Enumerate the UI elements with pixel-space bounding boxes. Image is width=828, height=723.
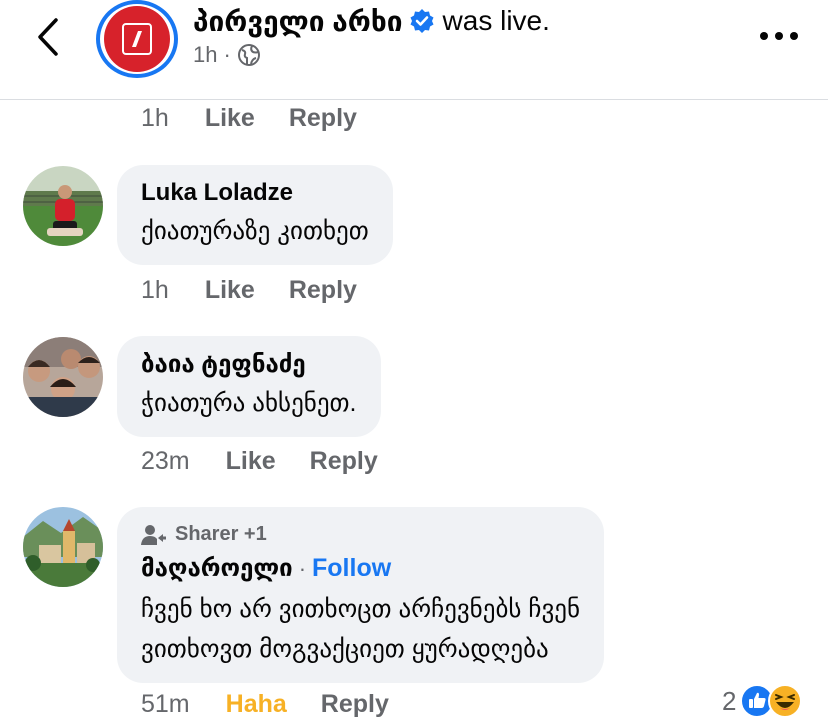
globe-icon xyxy=(237,44,260,66)
comment-text-line: ჩვენ ხო არ ვითხოცთ არჩევნებს ჩვენ xyxy=(141,595,581,623)
chevron-left-icon xyxy=(38,18,58,56)
reaction-icons xyxy=(740,684,803,718)
comment-actions: 1h Like Reply xyxy=(141,276,391,305)
commenter-avatar[interactable] xyxy=(23,507,103,587)
comment-actions: 51m Haha Reply xyxy=(141,690,423,719)
comment-bubble: Sharer +1 მაღაროელი · Follow ჩვენ ხო არ … xyxy=(117,507,605,683)
follow-button[interactable]: Follow xyxy=(312,554,391,583)
page-name[interactable]: პირველი არხი xyxy=(193,5,403,38)
haha-reaction-icon xyxy=(768,684,803,718)
like-button[interactable]: Like xyxy=(205,104,255,133)
comment-author[interactable]: მაღაროელი xyxy=(141,554,293,583)
more-options-button[interactable] xyxy=(754,20,804,52)
comment-time[interactable]: 1h xyxy=(141,104,169,133)
reply-button[interactable]: Reply xyxy=(289,276,357,305)
post-title-line: პირველი არხი was live. xyxy=(193,4,550,38)
comment-time[interactable]: 1h xyxy=(141,276,169,305)
page-logo xyxy=(104,6,170,72)
avatar-photo xyxy=(23,166,103,246)
reply-button[interactable]: Reply xyxy=(310,447,378,476)
commenter-avatar[interactable] xyxy=(23,337,103,417)
like-button[interactable]: Like xyxy=(205,276,255,305)
comment-bubble: Luka Loladze ქიათურაზე კითხეთ xyxy=(117,165,393,265)
comment-text: ქიათურაზე კითხეთ xyxy=(141,217,369,245)
comment-bubble: ბაია ტეფნაძე ჭიათურა ახსენეთ. xyxy=(117,336,381,437)
more-dot-icon xyxy=(775,32,783,40)
back-button[interactable] xyxy=(26,14,70,60)
comment-text: ჭიათურა ახსენეთ. xyxy=(141,389,357,417)
more-dot-icon xyxy=(790,32,798,40)
logo-slash-icon xyxy=(132,31,142,47)
sharer-icon xyxy=(141,524,167,546)
comment-actions: 23m Like Reply xyxy=(141,447,412,476)
sharer-badge: Sharer +1 xyxy=(141,523,580,546)
reply-button[interactable]: Reply xyxy=(321,690,389,719)
author-separator: · xyxy=(298,555,307,581)
comment-time[interactable]: 51m xyxy=(141,690,190,719)
sharer-label: Sharer +1 xyxy=(175,523,267,545)
meta-separator: · xyxy=(223,42,231,67)
comment-author[interactable]: ბაია ტეფნაძე xyxy=(141,350,357,379)
avatar-photo xyxy=(23,337,103,417)
comment-author[interactable]: Luka Loladze xyxy=(141,179,369,207)
page-logo-mark xyxy=(122,23,152,55)
post-header: პირველი არხი was live. 1h · xyxy=(0,0,828,100)
reaction-summary[interactable]: 2 xyxy=(722,684,803,718)
reply-button[interactable]: Reply xyxy=(289,104,357,133)
commenter-avatar[interactable] xyxy=(23,166,103,246)
more-dot-icon xyxy=(760,32,768,40)
haha-reaction-button[interactable]: Haha xyxy=(226,690,287,719)
post-time[interactable]: 1h xyxy=(193,42,217,68)
page-avatar[interactable] xyxy=(96,0,178,78)
verified-badge-icon xyxy=(409,8,435,34)
like-button[interactable]: Like xyxy=(226,447,276,476)
reaction-count: 2 xyxy=(722,685,737,716)
post-comments-screen: პირველი არხი was live. 1h · 1h Like Repl… xyxy=(0,0,828,723)
avatar-photo xyxy=(23,507,103,587)
comment-author-line: მაღაროელი · Follow xyxy=(141,554,580,583)
post-meta: 1h · xyxy=(193,42,261,68)
comment-time[interactable]: 23m xyxy=(141,447,190,476)
comment-actions: 1h Like Reply xyxy=(141,104,391,133)
comment-text-line: ვითხოვთ მოგვაქციეთ ყურადღება xyxy=(141,635,549,663)
live-status-text: was live. xyxy=(442,5,550,36)
